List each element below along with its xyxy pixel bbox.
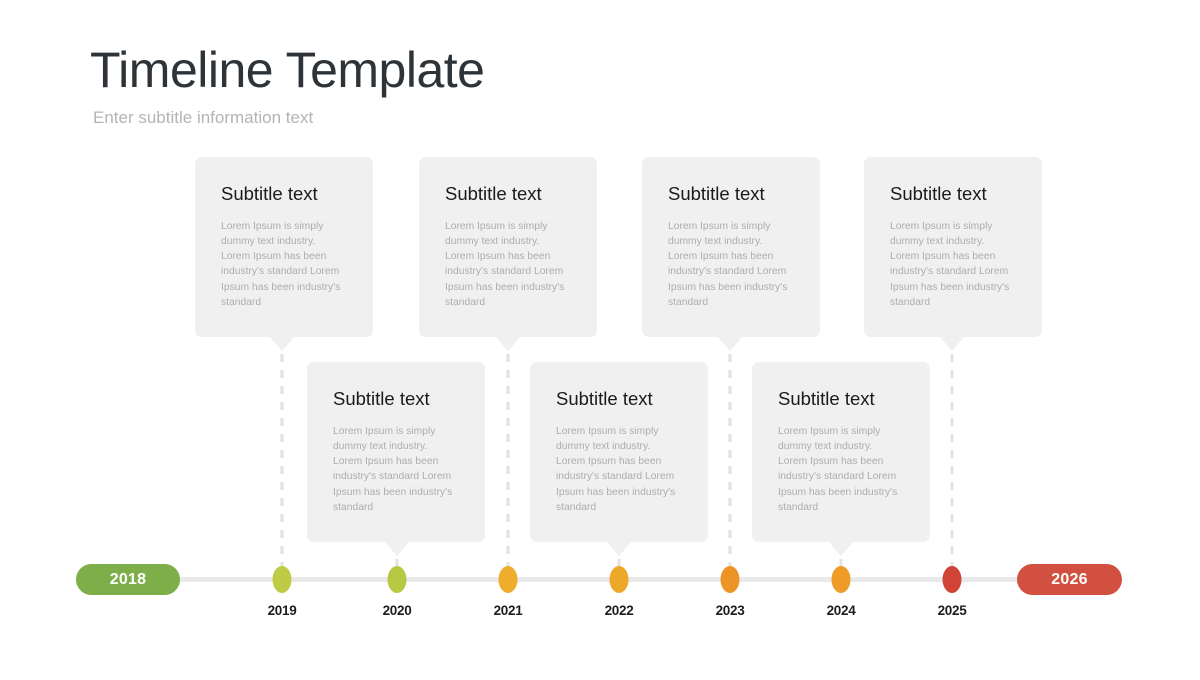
timeline-card-title: Subtitle text	[778, 388, 875, 409]
timeline-card[interactable]: Subtitle text Lorem Ipsum is simply dummy…	[530, 362, 708, 556]
timeline-card[interactable]: Subtitle text Lorem Ipsum is simply dummy…	[752, 362, 930, 556]
timeline-card-pointer	[828, 541, 854, 556]
timeline-card[interactable]: Subtitle text Lorem Ipsum is simply dummy…	[307, 362, 485, 556]
timeline-card-body: Lorem Ipsum is simply dummy text industr…	[445, 221, 565, 308]
timeline-marker-label-2023: 2023	[715, 603, 745, 618]
timeline-marker-label-2025: 2025	[937, 603, 967, 618]
timeline-card-body: Lorem Ipsum is simply dummy text industr…	[333, 426, 453, 513]
timeline-marker-label-2021: 2021	[493, 603, 523, 618]
timeline-connector	[506, 338, 510, 566]
timeline-card-title: Subtitle text	[445, 183, 542, 204]
timeline-marker-2025[interactable]	[942, 566, 962, 593]
timeline-end-pill[interactable]: 2026	[1017, 564, 1122, 595]
page-title: Timeline Template	[90, 42, 485, 98]
timeline-card[interactable]: Subtitle text Lorem Ipsum is simply dummy…	[195, 157, 373, 351]
timeline-connector	[728, 338, 732, 566]
timeline-card-title: Subtitle text	[556, 388, 653, 409]
timeline-card-pointer	[384, 541, 410, 556]
timeline-marker-label-2020: 2020	[382, 603, 412, 618]
timeline-card-body: Lorem Ipsum is simply dummy text industr…	[890, 221, 1010, 308]
timeline-card-pointer	[495, 336, 521, 351]
timeline-card[interactable]: Subtitle text Lorem Ipsum is simply dummy…	[419, 157, 597, 351]
timeline-card-body: Lorem Ipsum is simply dummy text industr…	[778, 426, 898, 513]
timeline-connector	[280, 338, 284, 566]
timeline-marker-2024[interactable]	[831, 566, 851, 593]
timeline-card-title: Subtitle text	[890, 183, 987, 204]
timeline-card[interactable]: Subtitle text Lorem Ipsum is simply dummy…	[642, 157, 820, 351]
timeline-card-pointer	[939, 336, 965, 351]
timeline-card[interactable]: Subtitle text Lorem Ipsum is simply dummy…	[864, 157, 1042, 351]
timeline-connector	[950, 338, 954, 566]
timeline-marker-label-2022: 2022	[604, 603, 634, 618]
timeline-card-body: Lorem Ipsum is simply dummy text industr…	[556, 426, 676, 513]
timeline-card-title: Subtitle text	[221, 183, 318, 204]
timeline-slide: Timeline Template Enter subtitle informa…	[0, 0, 1200, 680]
timeline-start-label: 2018	[109, 570, 147, 588]
timeline-card-pointer	[717, 336, 743, 351]
timeline-marker-2023[interactable]	[720, 566, 740, 593]
timeline-marker-2021[interactable]	[498, 566, 518, 593]
timeline-marker-2020[interactable]	[387, 566, 407, 593]
timeline-marker-2022[interactable]	[609, 566, 629, 593]
timeline-marker-label-2024: 2024	[826, 603, 856, 618]
page-subtitle: Enter subtitle information text	[93, 108, 314, 127]
timeline-card-body: Lorem Ipsum is simply dummy text industr…	[221, 221, 341, 308]
timeline-card-body: Lorem Ipsum is simply dummy text industr…	[668, 221, 788, 308]
timeline-start-pill[interactable]: 2018	[76, 564, 180, 595]
timeline-card-title: Subtitle text	[333, 388, 430, 409]
timeline-card-pointer	[269, 336, 295, 351]
timeline-card-title: Subtitle text	[668, 183, 765, 204]
timeline-marker-2019[interactable]	[272, 566, 292, 593]
timeline-end-label: 2026	[1051, 570, 1088, 588]
timeline-marker-label-2019: 2019	[267, 603, 297, 618]
timeline-card-pointer	[606, 541, 632, 556]
